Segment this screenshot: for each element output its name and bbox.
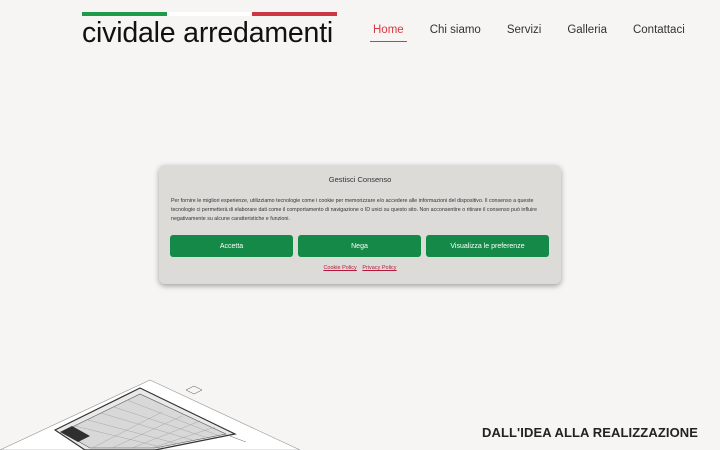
nav-item-galleria[interactable]: Galleria xyxy=(564,22,610,42)
nav-item-chi-siamo[interactable]: Chi siamo xyxy=(427,22,484,42)
floor-plan-illustration xyxy=(0,379,300,450)
flag-green xyxy=(82,12,167,16)
consent-title: Gestisci Consenso xyxy=(328,175,392,184)
logo-text[interactable]: cividale arredamenti xyxy=(82,18,338,48)
flag-red xyxy=(252,12,337,16)
privacy-policy-link[interactable]: Privacy Policy xyxy=(362,265,396,271)
nav-item-home[interactable]: Home xyxy=(370,22,407,42)
consent-body: Per fornire le migliori esperienze, util… xyxy=(171,198,537,222)
view-preferences-button[interactable]: Visualizza le preferenze xyxy=(426,235,549,257)
deny-button[interactable]: Nega xyxy=(298,235,421,257)
italian-flag-stripe xyxy=(82,12,337,16)
nav-item-contattaci[interactable]: Contattaci xyxy=(630,22,688,42)
hero-heading: DALL'IDEA ALLA REALIZZAZIONE xyxy=(482,425,699,440)
consent-modal: Gestisci Consenso Per fornire le miglior… xyxy=(159,165,561,284)
site-header: cividale arredamenti Home Chi siamo Serv… xyxy=(0,0,720,60)
flag-white xyxy=(167,12,252,16)
consent-button-row: Accetta Nega Visualizza le preferenze xyxy=(170,235,554,257)
cookie-policy-link[interactable]: Cookie Policy xyxy=(323,265,356,271)
main-nav: Home Chi siamo Servizi Galleria Contatta… xyxy=(370,22,708,42)
consent-links: Cookie Policy Privacy Policy xyxy=(159,265,561,271)
nav-item-servizi[interactable]: Servizi xyxy=(504,22,545,42)
logo[interactable]: cividale arredamenti xyxy=(82,12,338,48)
accept-button[interactable]: Accetta xyxy=(170,235,293,257)
